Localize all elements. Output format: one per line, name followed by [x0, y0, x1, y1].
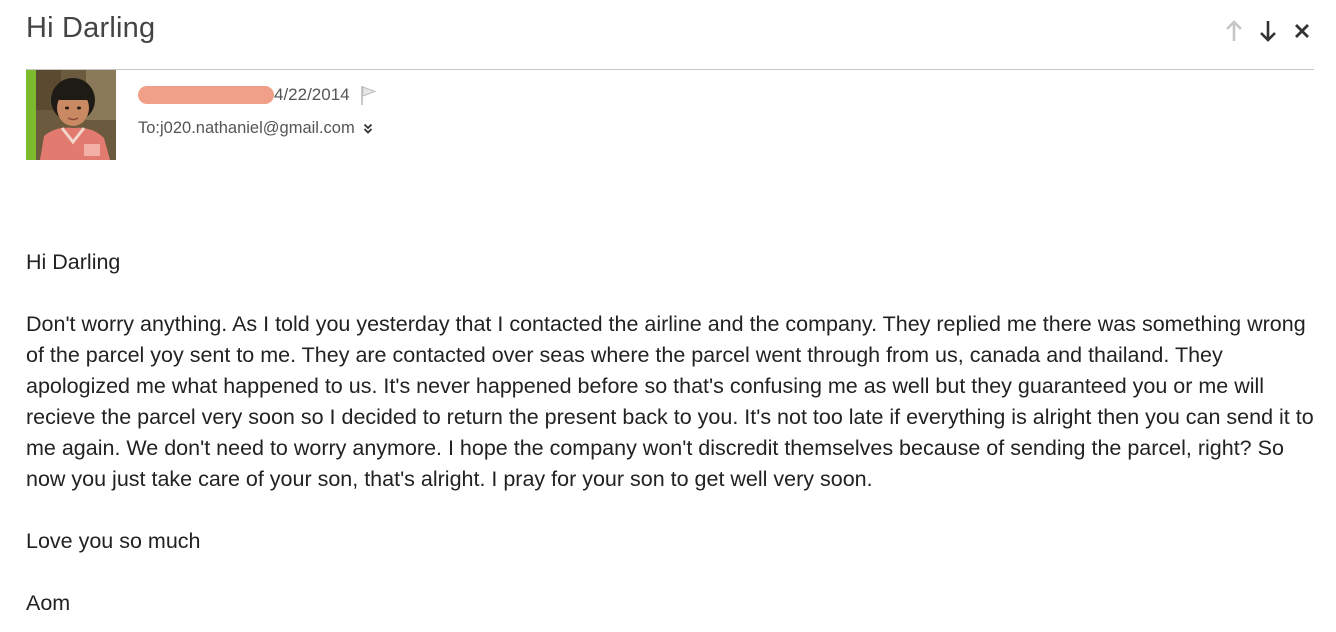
sender-row: 4/22/2014	[138, 84, 378, 106]
arrow-down-icon[interactable]	[1256, 18, 1280, 44]
sent-date: 4/22/2014	[274, 85, 350, 104]
recipient-address: j020.nathaniel@gmail.com	[160, 119, 355, 137]
flag-icon[interactable]	[360, 85, 378, 105]
body-closing: Love you so much	[26, 529, 201, 553]
header-divider	[26, 69, 1314, 70]
body-signature: Aom	[26, 591, 71, 615]
arrow-up-icon[interactable]	[1222, 18, 1246, 44]
to-label: To:	[138, 119, 161, 137]
body-greeting: Hi Darling	[26, 250, 121, 274]
double-chevron-down-icon[interactable]	[363, 123, 373, 135]
close-icon[interactable]	[1290, 18, 1314, 44]
email-subject: Hi Darling	[26, 12, 156, 44]
message-navigation	[1222, 18, 1314, 44]
email-body: Hi Darling Don't worry anything. As I to…	[26, 247, 1316, 619]
sender-avatar	[26, 70, 116, 160]
redacted-sender-name	[138, 86, 274, 104]
body-paragraph: Don't worry anything. As I told you yest…	[26, 312, 1314, 491]
recipient-row: To: j020.nathaniel@gmail.com	[138, 119, 373, 138]
